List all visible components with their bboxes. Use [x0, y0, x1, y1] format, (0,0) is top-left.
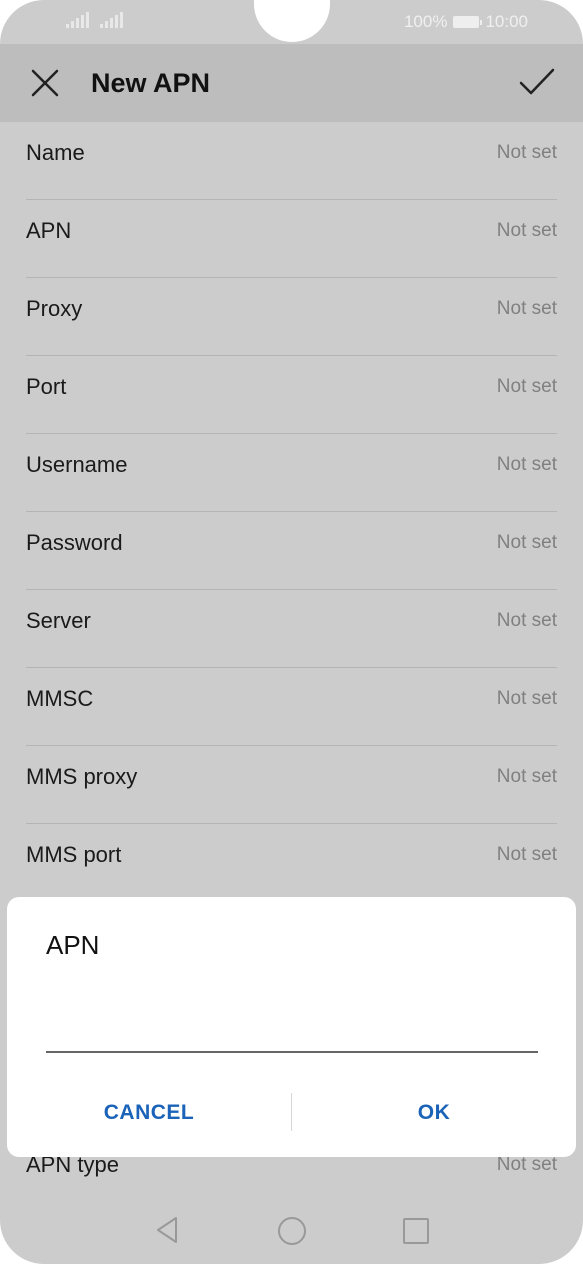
field-value: Not set	[496, 298, 557, 319]
battery-percent: 100%	[403, 12, 448, 31]
recents-icon[interactable]	[403, 1218, 429, 1244]
field-row-mms-port[interactable]: MMS port Not set	[26, 824, 557, 902]
field-label: APN	[26, 218, 72, 243]
battery-icon	[453, 16, 483, 28]
cancel-button[interactable]: CANCEL	[7, 1093, 291, 1133]
navigation-bar	[0, 1200, 583, 1260]
field-row-proxy[interactable]: Proxy Not set	[26, 278, 557, 356]
field-value: Not set	[496, 454, 557, 475]
field-value: Not set	[496, 766, 557, 787]
field-label: MMS proxy	[26, 764, 138, 789]
field-value: Not set	[496, 610, 557, 631]
field-label: MMSC	[26, 686, 94, 711]
field-label: Port	[26, 374, 67, 399]
field-label: Password	[26, 530, 123, 555]
close-icon[interactable]	[30, 68, 60, 98]
field-label: Name	[26, 140, 85, 165]
apn-field-list: Name Not set APN Not set Proxy Not set P…	[26, 122, 557, 902]
apn-edit-dialog: APN CANCEL OK	[7, 897, 576, 1157]
field-value: Not set	[496, 142, 557, 163]
status-bar: 100% 10:00	[0, 0, 583, 44]
dialog-title: APN	[46, 930, 100, 960]
field-row-username[interactable]: Username Not set	[26, 434, 557, 512]
field-value: Not set	[496, 532, 557, 553]
ok-button[interactable]: OK	[292, 1093, 576, 1133]
page-title: New APN	[91, 68, 211, 98]
app-bar: New APN	[0, 44, 583, 122]
field-row-apn[interactable]: APN Not set	[26, 200, 557, 278]
field-label: Server	[26, 608, 91, 633]
field-row-mms-proxy[interactable]: MMS proxy Not set	[26, 746, 557, 824]
signal-icon-2	[100, 12, 123, 28]
field-value: Not set	[496, 844, 557, 865]
field-value: Not set	[496, 688, 557, 709]
clock: 10:00	[485, 12, 528, 31]
field-label: Proxy	[26, 296, 83, 321]
field-row-port[interactable]: Port Not set	[26, 356, 557, 434]
phone-screen: 100% 10:00 New APN Name Not set APN Not …	[0, 0, 583, 1264]
signal-icon	[66, 12, 89, 28]
check-icon[interactable]	[519, 66, 555, 98]
apn-input[interactable]	[46, 997, 538, 1053]
field-row-server[interactable]: Server Not set	[26, 590, 557, 668]
field-value: Not set	[496, 376, 557, 397]
field-value: Not set	[496, 220, 557, 241]
home-icon[interactable]	[278, 1217, 306, 1245]
field-label: MMS port	[26, 842, 122, 867]
field-row-name[interactable]: Name Not set	[26, 122, 557, 200]
field-label: Username	[26, 452, 128, 477]
field-row-password[interactable]: Password Not set	[26, 512, 557, 590]
back-icon[interactable]	[155, 1216, 179, 1244]
field-value: Not set	[496, 1154, 557, 1175]
status-right: 100% 10:00	[404, 12, 528, 32]
field-row-mmsc[interactable]: MMSC Not set	[26, 668, 557, 746]
